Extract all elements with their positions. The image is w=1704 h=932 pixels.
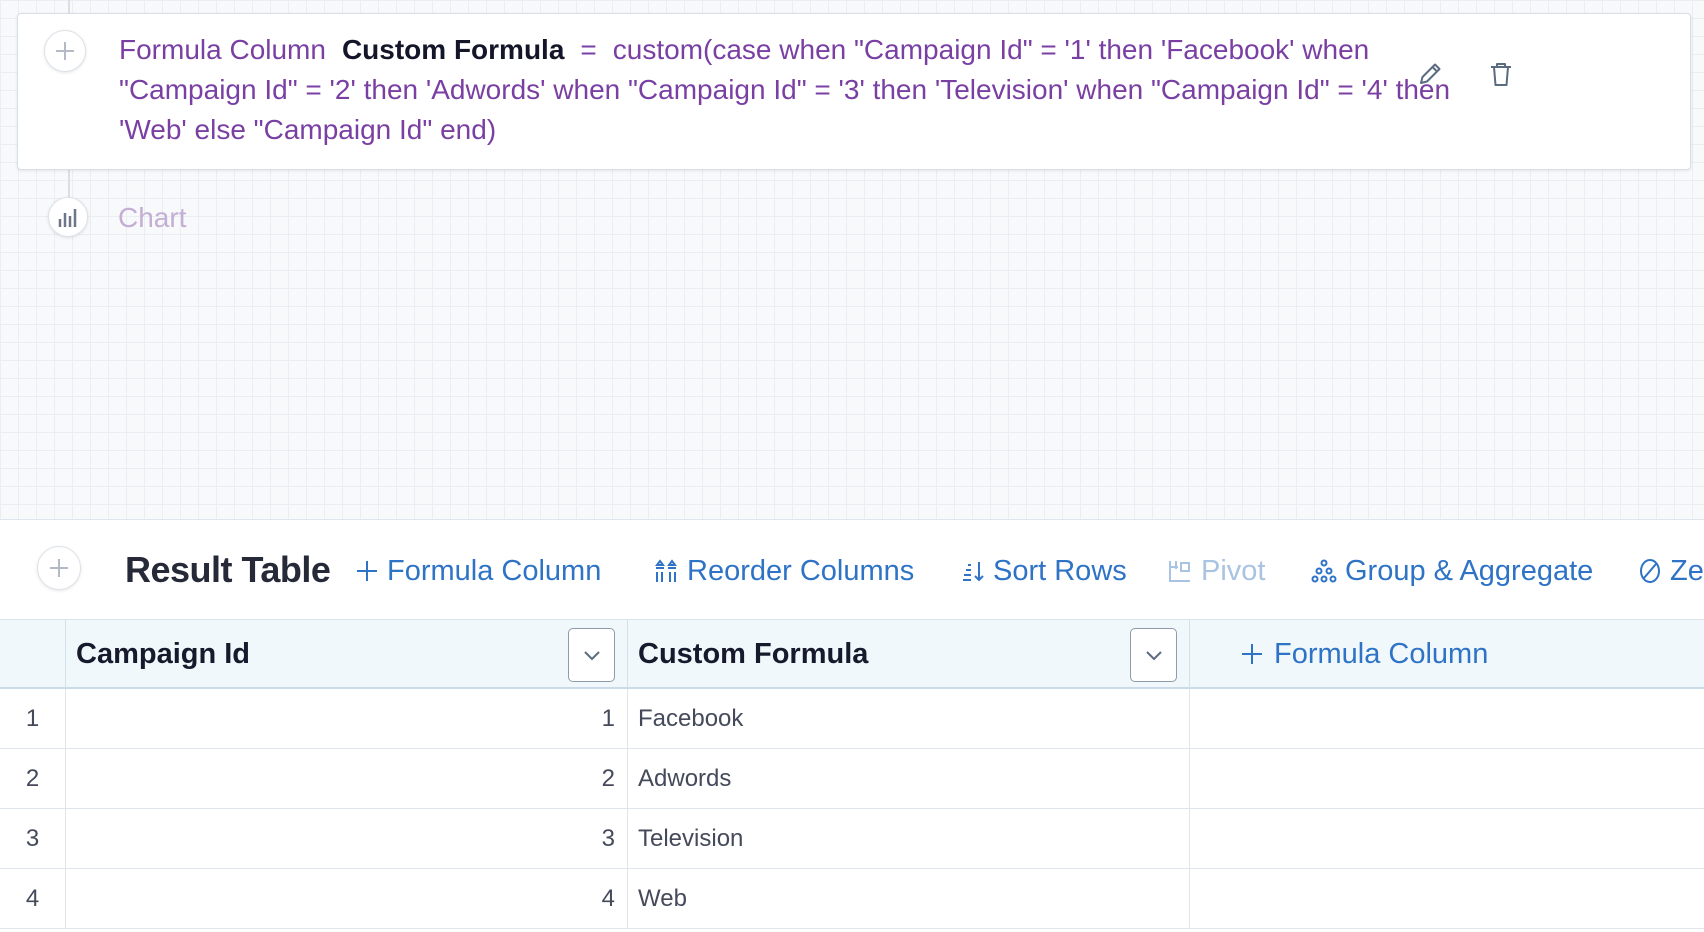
add-result-step-button[interactable] [37, 546, 81, 590]
toolbar-group-aggregate-button[interactable]: Group & Aggregate [1311, 549, 1593, 593]
result-table-title: Result Table [125, 549, 331, 590]
chart-step-icon-button[interactable] [48, 197, 88, 237]
toolbar-zero-label: Ze [1670, 554, 1704, 587]
chevron-down-icon [1145, 651, 1162, 661]
table-header-row: Campaign Id Custom Formula Formula Colum… [0, 619, 1704, 689]
result-toolbar: Result Table Formula Column Reorder Colu… [0, 521, 1704, 619]
bar-chart-icon [58, 209, 77, 227]
toolbar-sort-rows-label: Sort Rows [993, 554, 1127, 587]
toolbar-reorder-columns-label: Reorder Columns [687, 554, 915, 587]
edit-step-button[interactable] [1410, 54, 1450, 94]
empty-cell [1190, 809, 1704, 868]
toolbar-pivot-label: Pivot [1201, 554, 1266, 587]
table-row: 1 1 Facebook [0, 689, 1704, 749]
add-formula-column-header-button[interactable]: Formula Column [1240, 620, 1488, 688]
pivot-icon [1169, 561, 1190, 582]
empty-cell [1190, 689, 1704, 748]
campaign-id-cell: 1 [66, 689, 628, 748]
row-index: 4 [0, 869, 66, 928]
column-menu-dropdown-button[interactable] [568, 628, 615, 682]
table-row: 4 4 Web [0, 869, 1704, 929]
step-description: Formula Column Custom Formula = custom(case… [119, 30, 1489, 150]
group-aggregate-icon [1311, 559, 1337, 583]
result-table: Campaign Id Custom Formula Formula Colum… [0, 619, 1704, 932]
chevron-down-icon [583, 651, 600, 661]
chart-step-label[interactable]: Chart [118, 202, 186, 234]
output-column-name: Custom Formula [341, 34, 565, 65]
plus-icon [1242, 644, 1262, 664]
custom-formula-cell: Television [628, 809, 1190, 868]
pencil-icon [1420, 63, 1441, 84]
toolbar-sort-rows-button[interactable]: Sort Rows [961, 549, 1127, 593]
trash-icon [1491, 63, 1511, 86]
add-step-button[interactable] [44, 30, 86, 72]
custom-formula-cell: Adwords [628, 749, 1190, 808]
plus-icon [56, 42, 74, 60]
empty-cell [1190, 869, 1704, 928]
row-index: 3 [0, 809, 66, 868]
toolbar-zero-button[interactable]: Ze [1638, 549, 1704, 593]
table-row: 2 2 Adwords [0, 749, 1704, 809]
toolbar-formula-column-button[interactable]: Formula Column [355, 549, 601, 593]
campaign-id-cell: 2 [66, 749, 628, 808]
column-header-campaign-id[interactable]: Campaign Id [66, 620, 628, 688]
toolbar-group-aggregate-label: Group & Aggregate [1345, 554, 1594, 587]
toolbar-pivot-button[interactable]: Pivot [1167, 549, 1265, 593]
toolbar-reorder-columns-button[interactable]: Reorder Columns [653, 549, 914, 593]
pipeline-canvas: Formula Column Custom Formula = custom(case… [0, 0, 1704, 520]
column-header-custom-formula[interactable]: Custom Formula [628, 620, 1190, 688]
zero-icon [1640, 559, 1660, 583]
delete-step-button[interactable] [1481, 54, 1521, 94]
add-formula-column-label: Formula Column [1274, 637, 1489, 670]
campaign-id-cell: 3 [66, 809, 628, 868]
sort-rows-icon [963, 562, 984, 582]
row-index-header [0, 620, 66, 688]
table-row: 3 3 Television [0, 809, 1704, 869]
equals-sign: = [580, 34, 597, 65]
row-index: 2 [0, 749, 66, 808]
empty-cell [1190, 749, 1704, 808]
formula-step-card[interactable]: Formula Column Custom Formula = custom(case… [17, 13, 1691, 170]
reorder-columns-icon [655, 559, 677, 582]
toolbar-formula-column-label: Formula Column [387, 554, 602, 587]
column-header-label: Custom Formula [638, 637, 869, 670]
row-index: 1 [0, 689, 66, 748]
plus-icon [357, 561, 377, 581]
custom-formula-cell: Facebook [628, 689, 1190, 748]
campaign-id-cell: 4 [66, 869, 628, 928]
column-header-label: Campaign Id [76, 637, 251, 670]
custom-formula-cell: Web [628, 869, 1190, 928]
step-type-label: Formula Column [119, 34, 326, 65]
plus-icon [50, 559, 68, 577]
column-menu-dropdown-button[interactable] [1130, 628, 1177, 682]
